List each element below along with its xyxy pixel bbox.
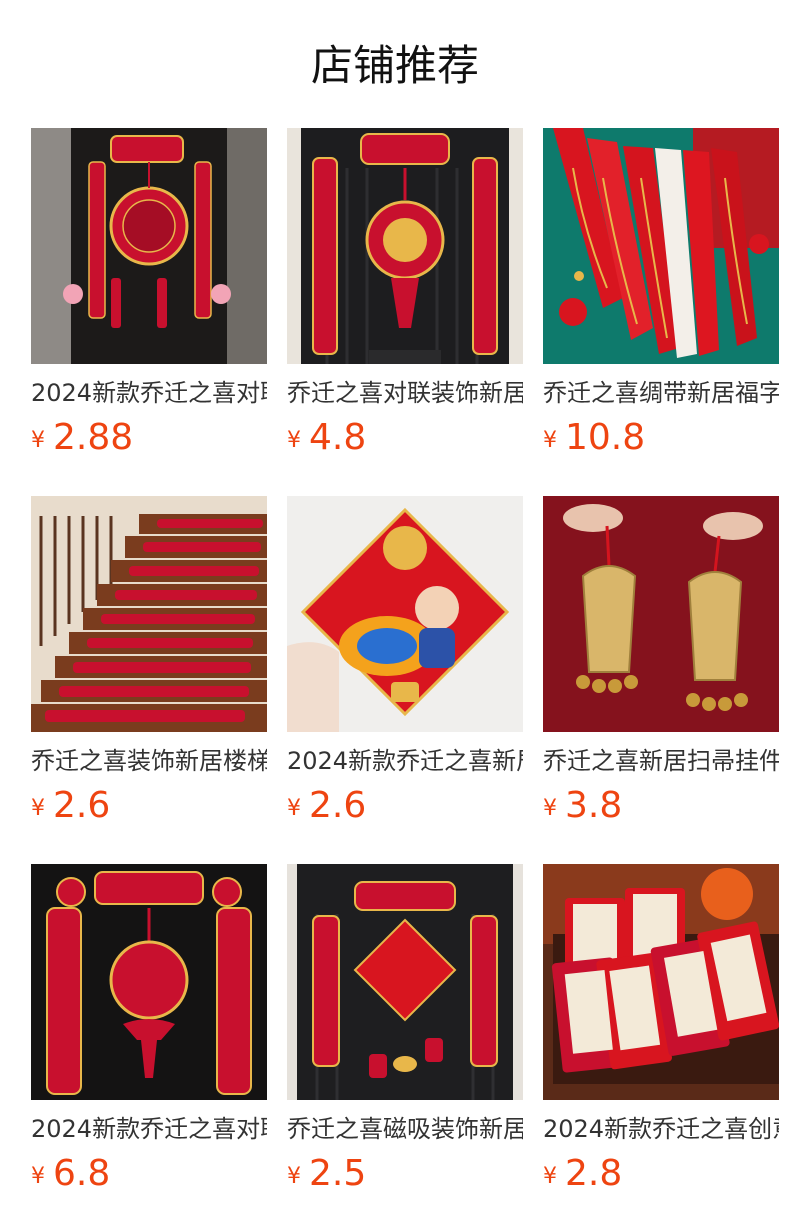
product-card[interactable]: 乔迁之喜新居扫帚挂件 ¥3.8	[543, 496, 779, 864]
product-card[interactable]: 2024新款乔迁之喜创意红包 ¥2.8	[543, 864, 779, 1232]
product-image[interactable]	[31, 496, 267, 732]
price-value: 2.5	[309, 1153, 367, 1194]
product-price: ¥4.8	[287, 416, 523, 460]
product-name[interactable]: 2024新款乔迁之喜对联门贴	[31, 1112, 267, 1146]
product-image[interactable]	[543, 864, 779, 1100]
product-image[interactable]	[287, 496, 523, 732]
currency-symbol: ¥	[287, 1164, 301, 1189]
price-value: 2.8	[565, 1153, 623, 1194]
product-image[interactable]	[31, 128, 267, 364]
price-value: 10.8	[565, 417, 646, 458]
price-value: 2.6	[309, 785, 367, 826]
product-grid: 2024新款乔迁之喜对联装饰新居 ¥2.88	[31, 128, 779, 1232]
product-image[interactable]	[287, 128, 523, 364]
product-name[interactable]: 乔迁之喜装饰新居楼梯贴	[31, 744, 267, 778]
product-name[interactable]: 乔迁之喜对联装饰新居入宅	[287, 376, 523, 410]
currency-symbol: ¥	[31, 796, 45, 821]
product-name[interactable]: 2024新款乔迁之喜创意红包	[543, 1112, 779, 1146]
currency-symbol: ¥	[31, 1164, 45, 1189]
price-value: 2.6	[53, 785, 111, 826]
product-image[interactable]	[287, 864, 523, 1100]
product-image[interactable]	[543, 128, 779, 364]
price-value: 2.88	[53, 417, 134, 458]
currency-symbol: ¥	[31, 428, 45, 453]
product-card[interactable]: 乔迁之喜磁吸装饰新居对联 ¥2.5	[287, 864, 523, 1232]
currency-symbol: ¥	[543, 428, 557, 453]
price-value: 3.8	[565, 785, 623, 826]
product-name[interactable]: 乔迁之喜磁吸装饰新居对联	[287, 1112, 523, 1146]
product-price: ¥3.8	[543, 784, 779, 828]
product-name[interactable]: 2024新款乔迁之喜新居福字	[287, 744, 523, 778]
product-price: ¥2.88	[31, 416, 267, 460]
product-image[interactable]	[543, 496, 779, 732]
product-price: ¥2.6	[31, 784, 267, 828]
currency-symbol: ¥	[543, 796, 557, 821]
product-price: ¥10.8	[543, 416, 779, 460]
product-card[interactable]: 乔迁之喜对联装饰新居入宅 ¥4.8	[287, 128, 523, 496]
product-card[interactable]: 2024新款乔迁之喜对联装饰新居 ¥2.88	[31, 128, 267, 496]
product-name[interactable]: 乔迁之喜新居扫帚挂件	[543, 744, 779, 778]
product-price: ¥6.8	[31, 1152, 267, 1196]
currency-symbol: ¥	[543, 1164, 557, 1189]
product-card[interactable]: 乔迁之喜绸带新居福字彩带 ¥10.8	[543, 128, 779, 496]
price-value: 6.8	[53, 1153, 111, 1194]
product-price: ¥2.5	[287, 1152, 523, 1196]
product-price: ¥2.8	[543, 1152, 779, 1196]
product-name[interactable]: 2024新款乔迁之喜对联装饰新居	[31, 376, 267, 410]
price-value: 4.8	[309, 417, 367, 458]
product-card[interactable]: 乔迁之喜装饰新居楼梯贴 ¥2.6	[31, 496, 267, 864]
currency-symbol: ¥	[287, 428, 301, 453]
product-card[interactable]: 2024新款乔迁之喜对联门贴 ¥6.8	[31, 864, 267, 1232]
product-image[interactable]	[31, 864, 267, 1100]
product-card[interactable]: 2024新款乔迁之喜新居福字 ¥2.6	[287, 496, 523, 864]
product-price: ¥2.6	[287, 784, 523, 828]
currency-symbol: ¥	[287, 796, 301, 821]
product-name[interactable]: 乔迁之喜绸带新居福字彩带	[543, 376, 779, 410]
page-title: 店铺推荐	[310, 41, 479, 90]
